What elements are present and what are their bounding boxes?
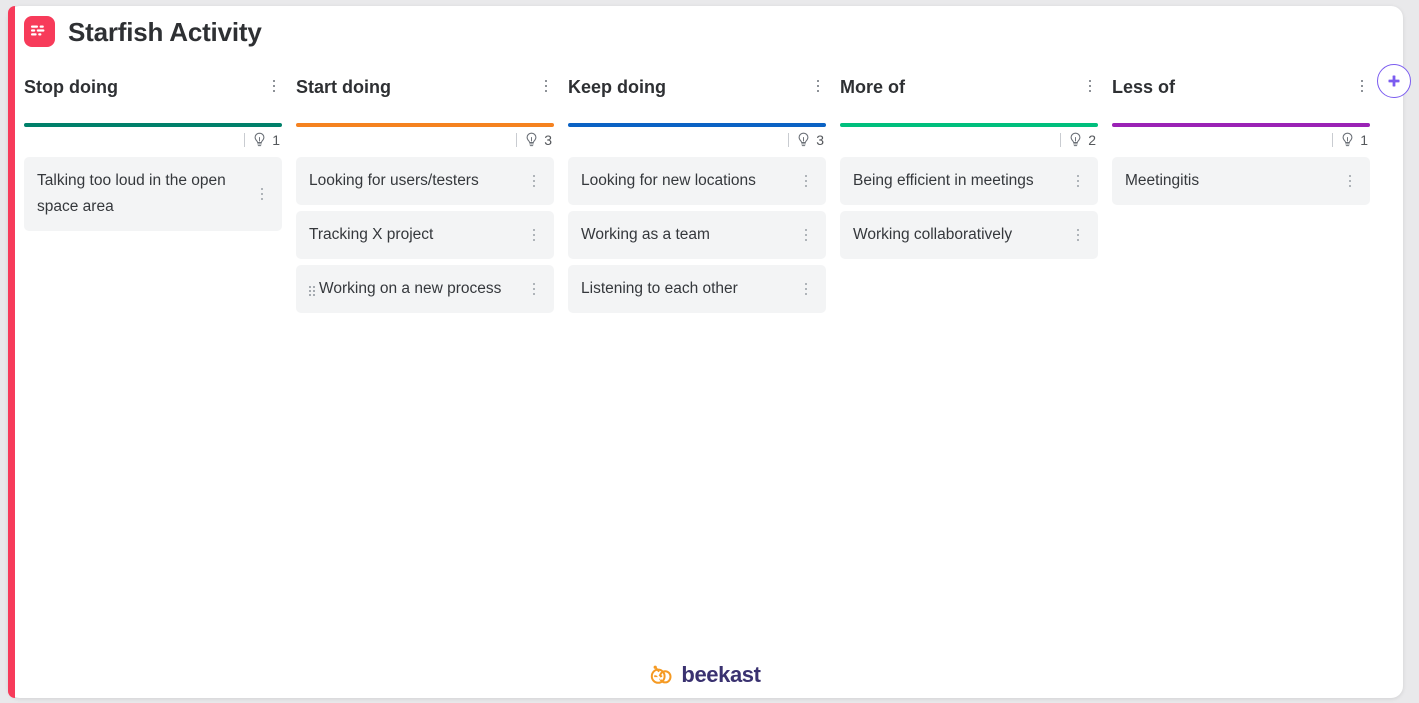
column-idea-count: 3 (568, 127, 826, 153)
brand-name: beekast (681, 662, 761, 687)
lightbulb-icon (1342, 132, 1353, 147)
card-menu-button[interactable] (798, 225, 814, 245)
idea-card[interactable]: Working as a team (568, 211, 826, 259)
card-menu-button[interactable] (798, 171, 814, 191)
card-text: Working collaboratively (853, 226, 1013, 243)
card-menu-button[interactable] (526, 279, 542, 299)
card-menu-button[interactable] (798, 279, 814, 299)
column-title: Stop doing (24, 77, 118, 97)
column-idea-count: 1 (1112, 127, 1370, 153)
column-menu-button[interactable] (266, 76, 282, 96)
footer-brand: beekast (8, 662, 1403, 688)
column-menu-button[interactable] (1082, 76, 1098, 96)
column-title: Keep doing (568, 77, 666, 97)
lightbulb-icon (798, 132, 809, 147)
card-menu-button[interactable] (1342, 171, 1358, 191)
card-body: Tracking X project (309, 222, 520, 248)
lightbulb-icon (526, 132, 537, 147)
meta-separator (244, 133, 245, 147)
card-text: Meetingitis (1125, 172, 1200, 189)
card-menu-button[interactable] (1070, 171, 1086, 191)
card-text: Talking too loud in the open space area (37, 172, 226, 215)
card-body: Looking for new locations (581, 168, 792, 194)
idea-card[interactable]: Working collaboratively (840, 211, 1098, 259)
idea-card[interactable]: Being efficient in meetings (840, 157, 1098, 205)
idea-card[interactable]: Tracking X project (296, 211, 554, 259)
add-column-button[interactable] (1377, 64, 1411, 98)
card-list: Talking too loud in the open space area (24, 157, 282, 231)
idea-card[interactable]: Talking too loud in the open space area (24, 157, 282, 231)
page-header: Starfish Activity (24, 16, 262, 47)
card-body: Being efficient in meetings (853, 168, 1064, 194)
column-title: Less of (1112, 77, 1176, 97)
card-list: Being efficient in meetings Working colla… (840, 157, 1098, 259)
meta-separator (1060, 133, 1061, 147)
beekast-bee-icon (651, 665, 672, 684)
column-menu-button[interactable] (538, 76, 554, 96)
card-list: Looking for users/testers Tracking X proj… (296, 157, 554, 313)
column-header: More of (840, 76, 1098, 106)
board-column: Keep doing 3 Looking for new locations Work… (568, 76, 826, 313)
card-menu-button[interactable] (1070, 225, 1086, 245)
idea-count-value: 3 (544, 132, 552, 148)
idea-card[interactable]: Looking for users/testers (296, 157, 554, 205)
idea-count-value: 1 (1360, 132, 1368, 148)
column-idea-count: 3 (296, 127, 554, 153)
board-column: More of 2 Being efficient in meetings Worki… (840, 76, 1098, 259)
board-column: Less of 1 Meetingitis (1112, 76, 1370, 205)
column-menu-button[interactable] (810, 76, 826, 96)
card-body: Meetingitis (1125, 168, 1336, 194)
column-idea-count: 1 (24, 127, 282, 153)
card-text: Working as a team (581, 226, 710, 243)
idea-count-value: 3 (816, 132, 824, 148)
card-menu-button[interactable] (526, 171, 542, 191)
card-list: Looking for new locations Working as a te… (568, 157, 826, 313)
card-body: Working on a new process (309, 276, 520, 302)
left-accent-stripe (8, 6, 15, 698)
lightbulb-icon (1070, 132, 1081, 147)
card-list: Meetingitis (1112, 157, 1370, 205)
column-title: More of (840, 77, 905, 97)
card-text: Working on a new process (319, 280, 502, 297)
card-text: Tracking X project (309, 226, 434, 243)
column-idea-count: 2 (840, 127, 1098, 153)
idea-card[interactable]: Listening to each other (568, 265, 826, 313)
board-column: Stop doing 1 Talking too loud in the open … (24, 76, 282, 231)
card-text: Looking for users/testers (309, 172, 479, 189)
app-window: Starfish Activity Stop doing 1 Talking too… (8, 6, 1411, 698)
idea-count-value: 2 (1088, 132, 1096, 148)
column-menu-button[interactable] (1354, 76, 1370, 96)
idea-card[interactable]: Meetingitis (1112, 157, 1370, 205)
lightbulb-icon (254, 132, 265, 147)
meta-separator (788, 133, 789, 147)
card-body: Working as a team (581, 222, 792, 248)
board-column: Start doing 3 Looking for users/testers Tra… (296, 76, 554, 313)
card-text: Looking for new locations (581, 172, 756, 189)
idea-count-value: 1 (272, 132, 280, 148)
column-header: Less of (1112, 76, 1370, 106)
drag-handle-icon[interactable] (309, 280, 317, 302)
card-text: Being efficient in meetings (853, 172, 1034, 189)
column-title: Start doing (296, 77, 391, 97)
board: Stop doing 1 Talking too loud in the open … (24, 76, 1370, 638)
column-header: Keep doing (568, 76, 826, 106)
card-body: Working collaboratively (853, 222, 1064, 248)
card-body: Talking too loud in the open space area (37, 168, 248, 220)
page-title: Starfish Activity (68, 16, 262, 47)
card-menu-button[interactable] (254, 184, 270, 204)
column-header: Stop doing (24, 76, 282, 106)
meta-separator (1332, 133, 1333, 147)
idea-card[interactable]: Looking for new locations (568, 157, 826, 205)
card-body: Looking for users/testers (309, 168, 520, 194)
card-text: Listening to each other (581, 280, 738, 297)
plus-icon (1388, 75, 1400, 87)
idea-card[interactable]: Working on a new process (296, 265, 554, 313)
card-menu-button[interactable] (526, 225, 542, 245)
beekast-app-icon (24, 16, 55, 47)
meta-separator (516, 133, 517, 147)
card-body: Listening to each other (581, 276, 792, 302)
column-header: Start doing (296, 76, 554, 106)
